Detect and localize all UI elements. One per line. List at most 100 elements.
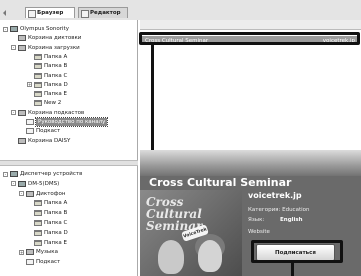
tree-item-label: Корзина загрузки <box>28 44 80 51</box>
tree-item[interactable]: + Музыка <box>19 248 58 256</box>
tab-editor-label: Редактор <box>90 10 121 16</box>
tree-item-label: Папка D <box>44 229 68 236</box>
category-label: Категория: <box>248 207 281 213</box>
tree-item[interactable]: - Диктофон <box>19 190 65 198</box>
pane-splitter[interactable] <box>0 160 138 166</box>
folder-icon <box>34 210 42 217</box>
collapse-icon[interactable]: - <box>11 45 16 51</box>
callout-leader-line-2 <box>291 263 294 276</box>
tree-item-label: DM-5(DMS) <box>28 180 60 187</box>
tree-item[interactable]: - Olympus Sonority <box>3 25 69 33</box>
note-icon <box>26 128 34 135</box>
note-icon <box>26 259 34 266</box>
tree-item-label: New 2 <box>44 100 62 107</box>
list-column-header <box>140 20 361 30</box>
callout-frame-subscribe <box>251 240 343 263</box>
podcast-language-row: Язык: English <box>248 217 303 223</box>
tree-item[interactable]: - Корзина загрузки <box>11 44 80 52</box>
tree-item[interactable]: Папка A <box>27 199 67 207</box>
editor-icon <box>81 10 89 18</box>
folder-icon <box>34 100 42 107</box>
device-icon <box>10 26 18 32</box>
collapse-icon[interactable]: - <box>11 110 16 116</box>
podcast-category-row: Категория: Education <box>248 207 310 213</box>
tree-item[interactable]: Папка B <box>27 62 67 70</box>
tab-browser[interactable]: Браузер <box>25 7 75 18</box>
tree-item-label: Папка C <box>44 220 68 226</box>
tree-item[interactable]: Корзина DAISY <box>11 137 70 145</box>
tab-browser-label: Браузер <box>37 10 64 16</box>
podcast-website-link[interactable]: Website <box>248 229 270 235</box>
tree-item[interactable]: Папка D <box>27 229 68 237</box>
folder-icon <box>34 200 42 207</box>
device-icon <box>18 180 26 187</box>
tree-item-label: Папка A <box>44 53 68 60</box>
tree-item[interactable]: Руководство по каналу <box>19 117 109 127</box>
tree-item[interactable]: - DM-5(DMS) <box>11 180 59 188</box>
folder-icon <box>34 220 42 226</box>
tree-item[interactable]: Папка A <box>27 53 67 61</box>
expand-icon[interactable]: + <box>27 82 32 88</box>
box-icon <box>18 137 26 144</box>
tree-item-label: Корзина DAISY <box>28 137 71 144</box>
tree-item-label: Корзина подкастов <box>28 109 85 116</box>
folder-icon <box>34 239 42 246</box>
expand-icon[interactable]: + <box>19 249 24 255</box>
tree-item[interactable]: Папка B <box>27 209 67 217</box>
box-icon <box>26 190 34 197</box>
tree-item-label: Музыка <box>36 249 58 256</box>
category-value: Education <box>282 207 310 213</box>
podcast-header-gradient <box>140 150 361 176</box>
folder-icon <box>34 63 42 70</box>
tree-item[interactable]: Подкаст <box>19 258 60 266</box>
tree-item-label: Папка D <box>44 81 68 88</box>
library-tree-pane <box>0 20 138 276</box>
language-label: Язык: <box>248 217 265 223</box>
folder-icon <box>34 81 42 88</box>
box-icon <box>18 44 26 51</box>
collapse-icon[interactable]: - <box>3 171 8 177</box>
folder-icon <box>34 229 42 236</box>
browser-icon <box>28 10 36 18</box>
folder-icon <box>34 72 42 79</box>
tree-item[interactable]: Папка C <box>27 219 67 227</box>
podcast-title: Cross Cultural Seminar <box>149 176 292 189</box>
box-icon <box>18 35 26 42</box>
tree-item-label: Папка B <box>44 63 68 70</box>
box-icon <box>18 109 26 116</box>
tree-item-label: Диктофон <box>36 190 66 197</box>
collapse-icon[interactable]: - <box>3 26 8 32</box>
tab-editor[interactable]: Редактор <box>78 7 128 18</box>
tree-item[interactable]: Папка E <box>27 90 67 98</box>
tree-item-label: Диспетчер устройств <box>20 171 83 177</box>
tree-item-label: Папка E <box>44 91 68 98</box>
tree-item[interactable]: Папка E <box>27 239 67 247</box>
tree-item-label: Папка A <box>44 200 68 207</box>
artwork-person-1 <box>158 240 184 274</box>
tree-item[interactable]: Корзина диктовки <box>11 34 81 42</box>
tree-item[interactable]: + Папка D <box>27 81 68 89</box>
folder-icon <box>34 91 42 98</box>
tree-item-label: Папка C <box>44 72 68 79</box>
device-icon <box>10 171 18 177</box>
tree-item[interactable]: Папка C <box>27 72 67 80</box>
box-icon <box>26 249 34 256</box>
tree-item-label: Подкаст <box>36 128 61 135</box>
tree-item[interactable]: New 2 <box>27 99 61 107</box>
tree-item-label: Руководство по каналу <box>34 117 109 127</box>
tree-item[interactable]: - Диспетчер устройств <box>3 170 82 178</box>
tree-item-label: Папка E <box>44 239 68 246</box>
tree-item-label: Olympus Sonority <box>20 26 69 32</box>
tree-item-label: Папка B <box>44 210 68 217</box>
tree-item[interactable]: Подкаст <box>19 127 60 135</box>
language-value: English <box>280 217 303 223</box>
tree-item-label: Подкаст <box>36 259 61 266</box>
callout-frame-list-row <box>139 32 360 45</box>
website-label: Website <box>248 229 270 235</box>
podcast-artwork: Cross Cultural Seminar VoiceTrek <box>140 190 242 276</box>
scroll-left-arrow-icon[interactable] <box>3 10 6 16</box>
collapse-icon[interactable]: - <box>11 181 16 187</box>
collapse-icon[interactable]: - <box>19 191 24 197</box>
tree-item[interactable]: - Корзина подкастов <box>11 109 84 117</box>
podcast-site: voicetrek.jp <box>248 191 302 200</box>
